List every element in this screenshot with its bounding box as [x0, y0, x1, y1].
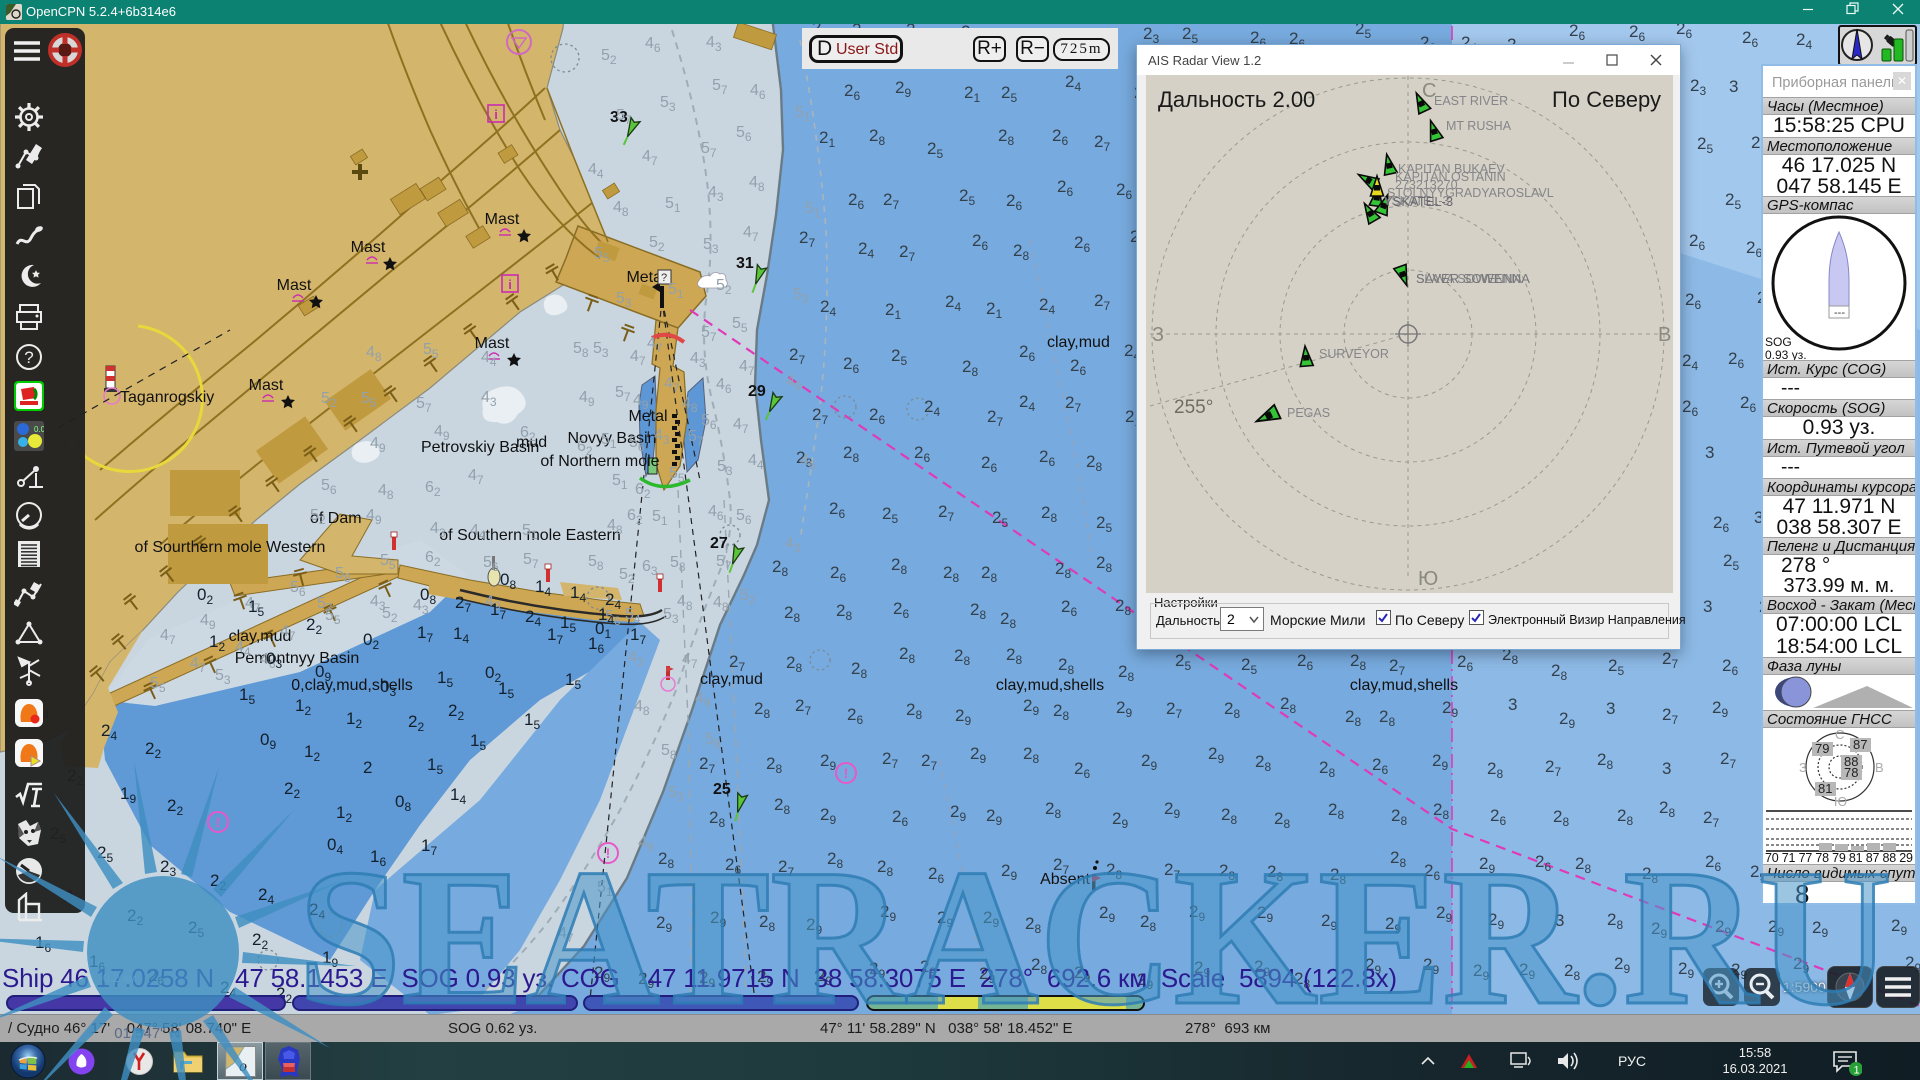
svg-text:3: 3 [1508, 695, 1517, 714]
svg-text:Ю: Ю [1418, 568, 1438, 590]
svg-text:i: i [494, 107, 498, 122]
svg-text:PEGAS: PEGAS [1287, 406, 1330, 420]
svg-text:Ю: Ю [1834, 794, 1847, 809]
svg-text:?: ? [24, 348, 33, 367]
svg-text:Taganrogskiy: Taganrogskiy [120, 389, 214, 406]
svg-text:clay,mud: clay,mud [1047, 334, 1110, 351]
svg-text:З: З [1152, 324, 1164, 346]
svg-text:0.0: 0.0 [34, 425, 44, 434]
svg-text:Дальность 2.00: Дальность 2.00 [1158, 87, 1315, 112]
svg-text:С: С [1835, 728, 1844, 742]
svg-text:Mast: Mast [277, 277, 312, 294]
svg-text:i: i [508, 277, 512, 292]
svg-text:Mast: Mast [475, 335, 510, 352]
svg-text:87: 87 [1853, 737, 1867, 752]
svg-text:По Северу: По Северу [1552, 87, 1661, 112]
svg-text:3: 3 [1662, 759, 1671, 778]
svg-text:255°: 255° [1174, 397, 1213, 418]
svg-text:З: З [1799, 760, 1807, 775]
svg-text:---: --- [1834, 307, 1845, 319]
svg-text:?: ? [661, 272, 667, 284]
svg-text:!: ! [606, 845, 611, 861]
svg-text:27: 27 [710, 535, 728, 552]
svg-text:3: 3 [1555, 911, 1564, 930]
svg-text:!: ! [844, 765, 849, 781]
svg-text:3: 3 [1703, 597, 1712, 616]
svg-text:clay,mud: clay,mud [700, 671, 763, 688]
svg-text:!: ! [216, 814, 221, 830]
svg-text:31: 31 [736, 255, 754, 272]
svg-text:78: 78 [1844, 765, 1858, 780]
svg-text:3: 3 [1705, 443, 1714, 462]
svg-text:MT RUSHA: MT RUSHA [1446, 119, 1512, 133]
svg-text:В: В [1658, 324, 1671, 346]
svg-text:81: 81 [1818, 781, 1832, 796]
svg-text:YSKATEL-3: YSKATEL-3 [1384, 194, 1453, 209]
svg-text:2: 2 [363, 758, 372, 777]
svg-text:Mast: Mast [485, 211, 520, 228]
svg-text:Mast: Mast [351, 239, 386, 256]
svg-text:clay,mud,shells: clay,mud,shells [996, 677, 1104, 694]
svg-text:of Sourthern mole Western: of Sourthern mole Western [135, 539, 326, 556]
svg-text:25: 25 [713, 781, 731, 798]
svg-text:79: 79 [1815, 741, 1829, 756]
svg-text:В: В [1875, 760, 1884, 775]
svg-text:clay,mud,shells: clay,mud,shells [1350, 677, 1458, 694]
svg-text:SOG: SOG [1765, 335, 1792, 349]
svg-text:SAVER SOWENNA: SAVER SOWENNA [1416, 271, 1530, 286]
svg-text:o: o [239, 1058, 247, 1075]
svg-text:of Northern mole: of Northern mole [540, 453, 659, 470]
svg-text:Pemontnyy Basin: Pemontnyy Basin [235, 650, 360, 667]
svg-text:SURVEYOR: SURVEYOR [1319, 347, 1389, 361]
svg-text:Mast: Mast [249, 377, 284, 394]
svg-text:70 71 77 78 79 81 87 88 29: 70 71 77 78 79 81 87 88 29 [1765, 851, 1913, 864]
svg-text:1: 1 [1854, 1065, 1860, 1077]
svg-text:3: 3 [1606, 699, 1615, 718]
svg-text:3: 3 [1729, 77, 1738, 96]
svg-text:EAST RIVER: EAST RIVER [1434, 94, 1508, 108]
svg-text:29: 29 [748, 383, 766, 400]
svg-text:0.93 уз.: 0.93 уз. [1765, 348, 1807, 360]
